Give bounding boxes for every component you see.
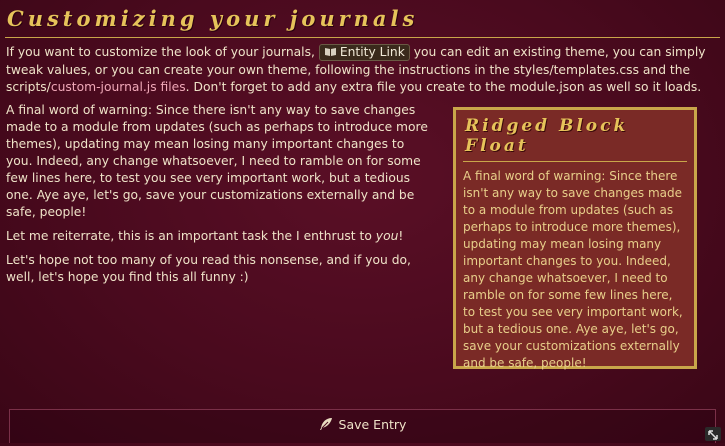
entity-link-label: Entity Link bbox=[339, 45, 405, 59]
intro-paragraph: If you want to customize the look of you… bbox=[6, 44, 718, 97]
entity-link[interactable]: Entity Link bbox=[318, 44, 410, 61]
resize-icon bbox=[708, 430, 718, 440]
page-title: Customizing your journals bbox=[7, 6, 419, 31]
save-entry-label: Save Entry bbox=[338, 417, 407, 432]
book-icon bbox=[324, 48, 336, 56]
float-divider bbox=[463, 161, 687, 162]
title-divider bbox=[5, 37, 720, 38]
resize-handle[interactable] bbox=[705, 427, 721, 441]
warning-paragraph: A final word of warning: Since there isn… bbox=[6, 103, 428, 219]
intro-text-end: . Don't forget to add any extra file you… bbox=[185, 80, 702, 94]
float-body: A final word of warning: Since there isn… bbox=[463, 169, 683, 370]
feather-icon bbox=[319, 418, 332, 430]
reiterate-end: ! bbox=[398, 229, 404, 243]
footer-bar: Save Entry bbox=[9, 409, 716, 443]
reiterate-paragraph: Let me reiterrate, this is an important … bbox=[6, 228, 434, 245]
intro-text-start: If you want to customize the look of you… bbox=[6, 45, 319, 59]
float-title: Ridged Block Float bbox=[465, 116, 629, 156]
ridged-block-float: Ridged Block Float A final word of warni… bbox=[453, 107, 697, 370]
reiterate-emphasis: you bbox=[375, 229, 399, 243]
reiterate-text: Let me reiterrate, this is an important … bbox=[6, 229, 376, 243]
main-content: A final word of warning: Since there isn… bbox=[6, 102, 434, 293]
save-entry-button[interactable]: Save Entry bbox=[10, 417, 715, 432]
closing-paragraph: Let's hope not too many of you read this… bbox=[6, 253, 411, 284]
intro-highlight: custom-journal.js files bbox=[50, 80, 186, 94]
